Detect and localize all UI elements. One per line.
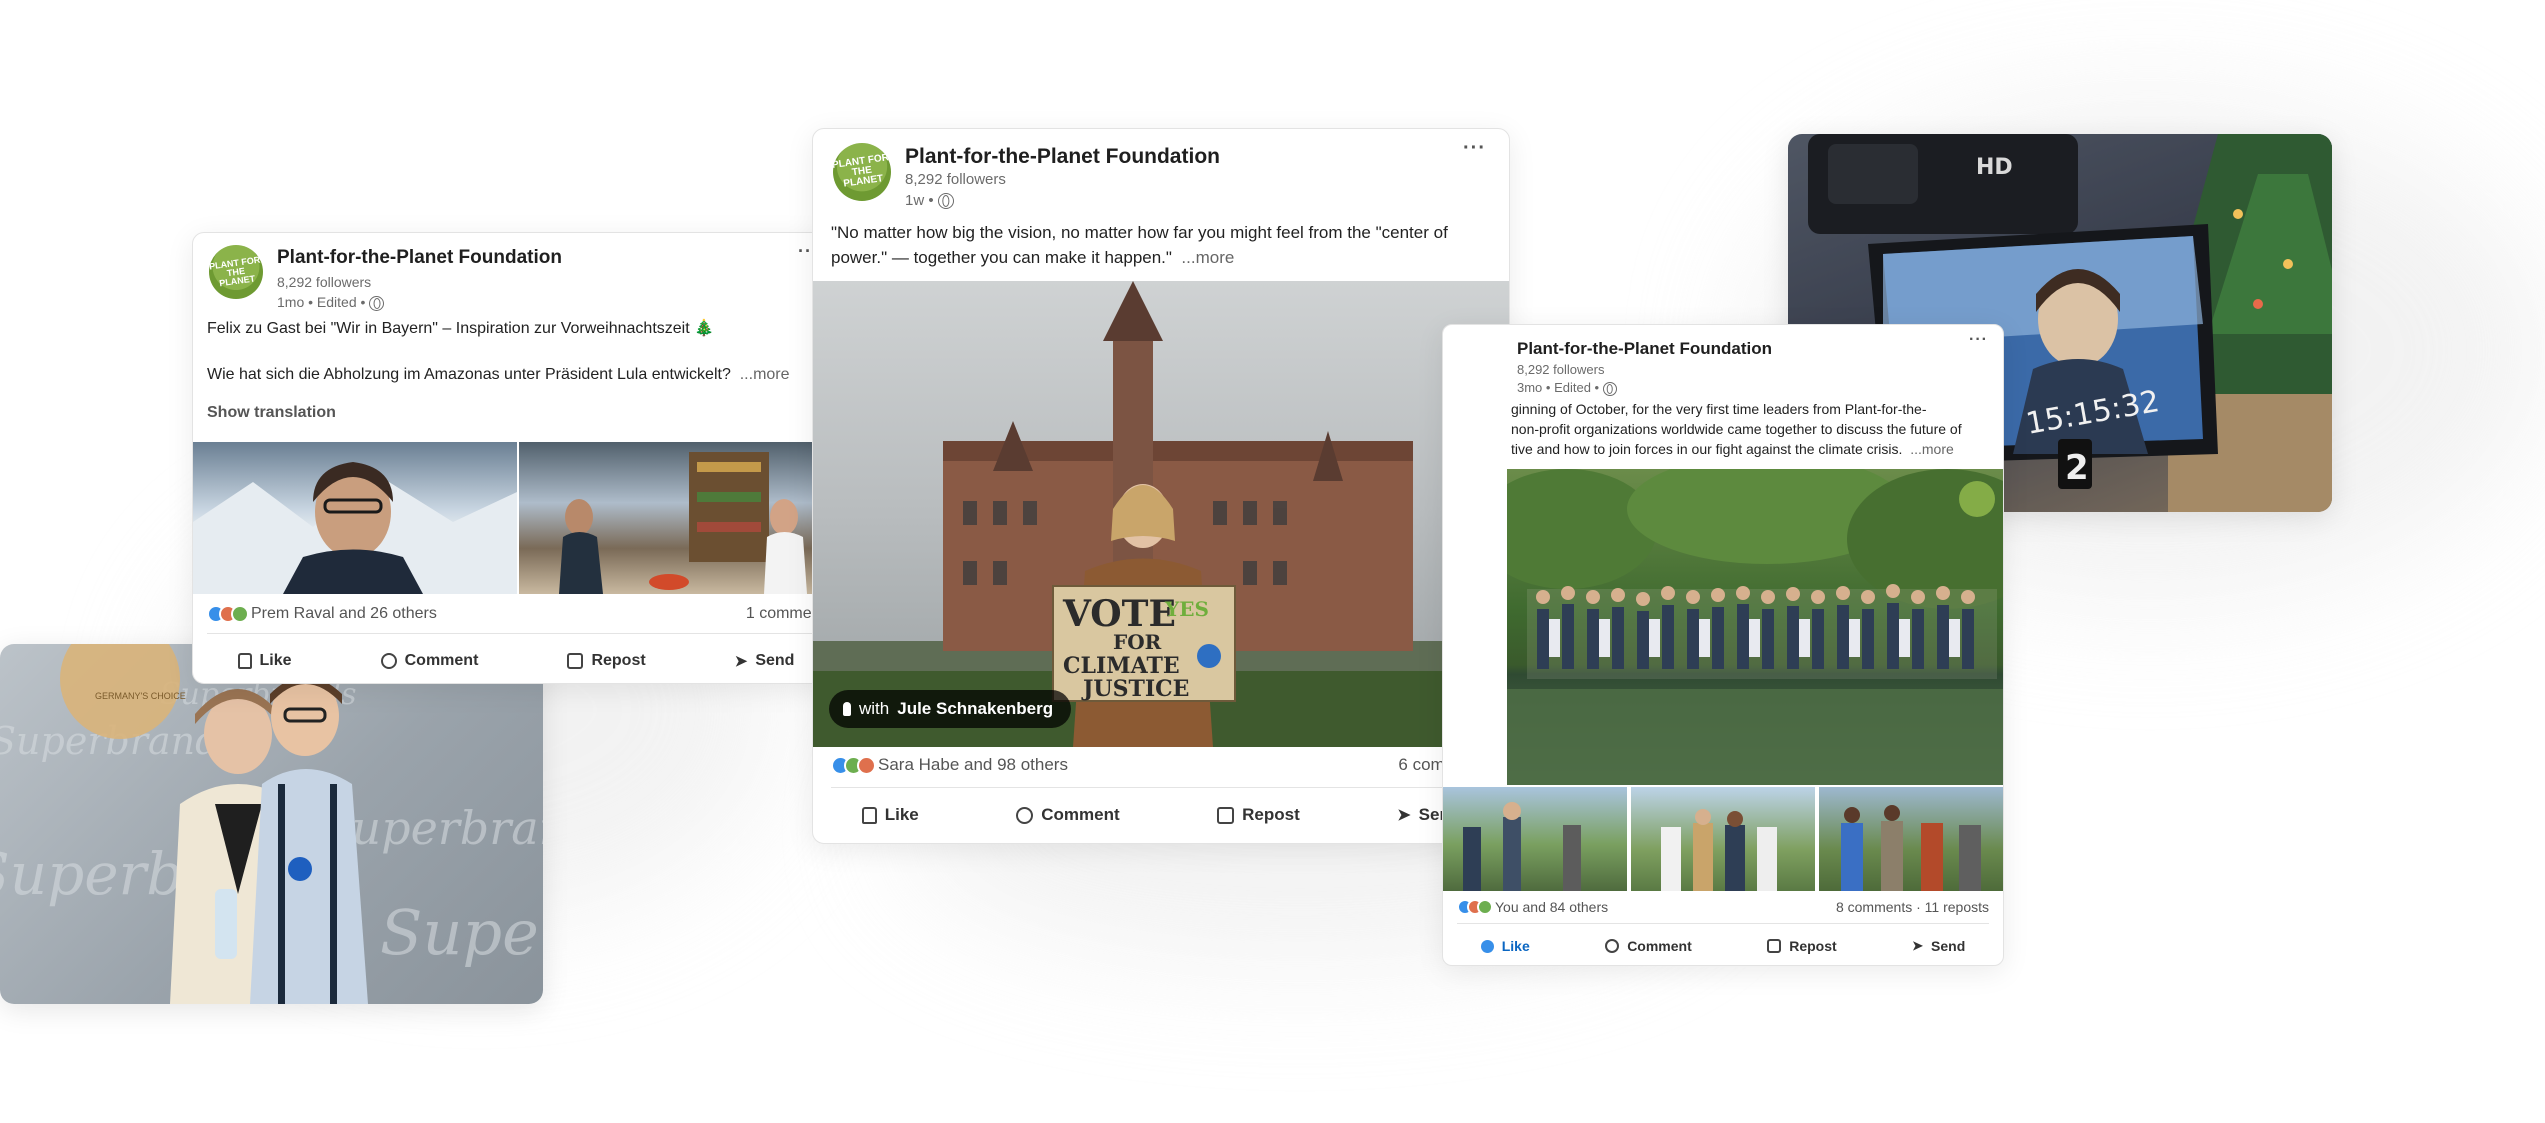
post-card-right[interactable]: Plant-for-the-Planet Foundation 8,292 fo… <box>1442 324 2004 966</box>
post-image[interactable] <box>1631 787 1815 891</box>
post-image[interactable]: VOTE YES FOR CLIMATE JUSTICE with Jule S… <box>813 281 1509 747</box>
show-translation-link[interactable]: Show translation <box>207 401 336 424</box>
backdrop-text: Superbrands <box>380 896 543 969</box>
post-image[interactable] <box>519 442 839 594</box>
reactions-summary[interactable]: Sara Habe and 98 others <box>831 755 1068 775</box>
see-more-link[interactable]: ...more <box>740 366 790 383</box>
award-photo[interactable]: Superbrands Superbrands Superbrands Supe… <box>0 644 543 1004</box>
sign-justice: JUSTICE <box>1081 676 1189 702</box>
sign-for: FOR <box>1113 630 1162 654</box>
reactions-text: Prem Raval and 26 others <box>251 605 437 622</box>
like-button[interactable]: Like <box>1480 938 1530 954</box>
see-more-link[interactable]: ...more <box>1181 248 1234 267</box>
clap-reaction-icon <box>231 605 249 623</box>
org-name[interactable]: Plant-for-the-Planet Foundation <box>277 247 562 269</box>
post-actions: Like Comment Repost ➤ Send <box>193 643 839 679</box>
comment-button[interactable]: Comment <box>1016 805 1120 825</box>
divider <box>831 787 1491 788</box>
send-button[interactable]: ➤ Send <box>1912 938 1965 954</box>
reactions-summary[interactable]: You and 84 others <box>1457 899 1608 915</box>
send-icon: ➤ <box>734 653 748 670</box>
reactions-text: You and 84 others <box>1495 899 1609 915</box>
reactions-text: Sara Habe and 98 others <box>878 755 1068 774</box>
repost-icon <box>567 653 584 669</box>
comment-icon <box>1605 939 1620 953</box>
post-actions: Like Comment Repost ➤ Send <box>813 795 1509 835</box>
repost-icon <box>1217 806 1235 824</box>
sign-yes: YES <box>1164 597 1209 621</box>
reactions-summary[interactable]: Prem Raval and 26 others <box>207 605 437 623</box>
divider <box>1457 923 1989 924</box>
heart-reaction-icon <box>857 755 876 775</box>
send-icon: ➤ <box>1912 938 1924 953</box>
more-options-icon[interactable]: ··· <box>1969 331 1988 349</box>
post-text-line3: tive and how to join forces in our fight… <box>1511 441 1954 457</box>
followers-count: 8,292 followers <box>277 274 372 290</box>
org-logo[interactable]: PLANT FOR THE PLANET <box>209 245 263 299</box>
globe-icon <box>1602 381 1617 396</box>
send-button[interactable]: ➤ Send <box>735 652 795 670</box>
post-text-line2: Wie hat sich die Abholzung im Amazonas u… <box>207 366 790 383</box>
repost-button[interactable]: Repost <box>1217 805 1300 825</box>
award-badge: GERMANY'S CHOICE <box>95 691 186 701</box>
post-image[interactable] <box>1819 787 2003 891</box>
org-name[interactable]: Plant-for-the-Planet Foundation <box>905 145 1220 169</box>
post-meta: 3mo • Edited • <box>1517 380 1617 396</box>
org-logo[interactable]: PLANT FOR THE PLANET <box>833 143 891 201</box>
post-text-line1: ginning of October, for the very first t… <box>1511 401 1927 417</box>
post-image[interactable] <box>193 442 517 594</box>
like-button[interactable]: Like <box>861 805 919 825</box>
thumbs-up-icon <box>861 806 877 824</box>
tagged-person-chip[interactable]: with Jule Schnakenberg <box>829 690 1072 728</box>
camera-number: 2 <box>2065 448 2089 488</box>
divider <box>207 633 825 634</box>
repost-button[interactable]: Repost <box>567 652 646 670</box>
followers-count: 8,292 followers <box>905 171 1006 188</box>
post-card-left[interactable]: PLANT FOR THE PLANET Plant-for-the-Plane… <box>192 232 840 684</box>
thumbs-up-icon <box>237 653 252 669</box>
repost-icon <box>1767 939 1782 953</box>
clap-reaction-icon <box>1477 899 1493 915</box>
comment-icon <box>380 653 397 669</box>
org-name[interactable]: Plant-for-the-Planet Foundation <box>1517 339 1772 359</box>
comment-icon <box>1016 806 1034 824</box>
see-more-link[interactable]: ...more <box>1910 441 1954 457</box>
post-image[interactable] <box>1507 469 2003 785</box>
comments-count[interactable]: 8 comments · 11 reposts <box>1836 899 1989 915</box>
followers-count: 8,292 followers <box>1517 362 1605 377</box>
repost-button[interactable]: Repost <box>1767 938 1837 954</box>
sign-vote: VOTE <box>1062 593 1176 635</box>
post-text-line1: "No matter how big the vision, no matter… <box>831 223 1448 242</box>
person-icon <box>843 702 851 716</box>
like-button[interactable]: Like <box>237 652 292 670</box>
post-meta: 1mo • Edited • <box>277 294 385 311</box>
post-image[interactable] <box>1443 787 1627 891</box>
comment-button[interactable]: Comment <box>1605 938 1692 954</box>
post-actions: Like Comment Repost ➤ Send <box>1443 929 2003 963</box>
camera-brand: HD <box>1976 155 2013 180</box>
globe-icon <box>369 295 385 311</box>
globe-icon <box>937 193 954 210</box>
more-options-icon[interactable]: ··· <box>1463 137 1486 160</box>
send-icon: ➤ <box>1397 807 1411 824</box>
post-text-line2: non-profit organizations worldwide came … <box>1511 421 1962 437</box>
post-text-line1: Felix zu Gast bei "Wir in Bayern" – Insp… <box>207 320 715 337</box>
thumbs-up-icon <box>1480 939 1494 953</box>
comment-button[interactable]: Comment <box>380 652 478 670</box>
post-text-line2: power." — together you can make it happe… <box>831 248 1235 267</box>
post-meta: 1w • <box>905 192 954 210</box>
post-card-center[interactable]: PLANT FOR THE PLANET Plant-for-the-Plane… <box>812 128 1510 844</box>
